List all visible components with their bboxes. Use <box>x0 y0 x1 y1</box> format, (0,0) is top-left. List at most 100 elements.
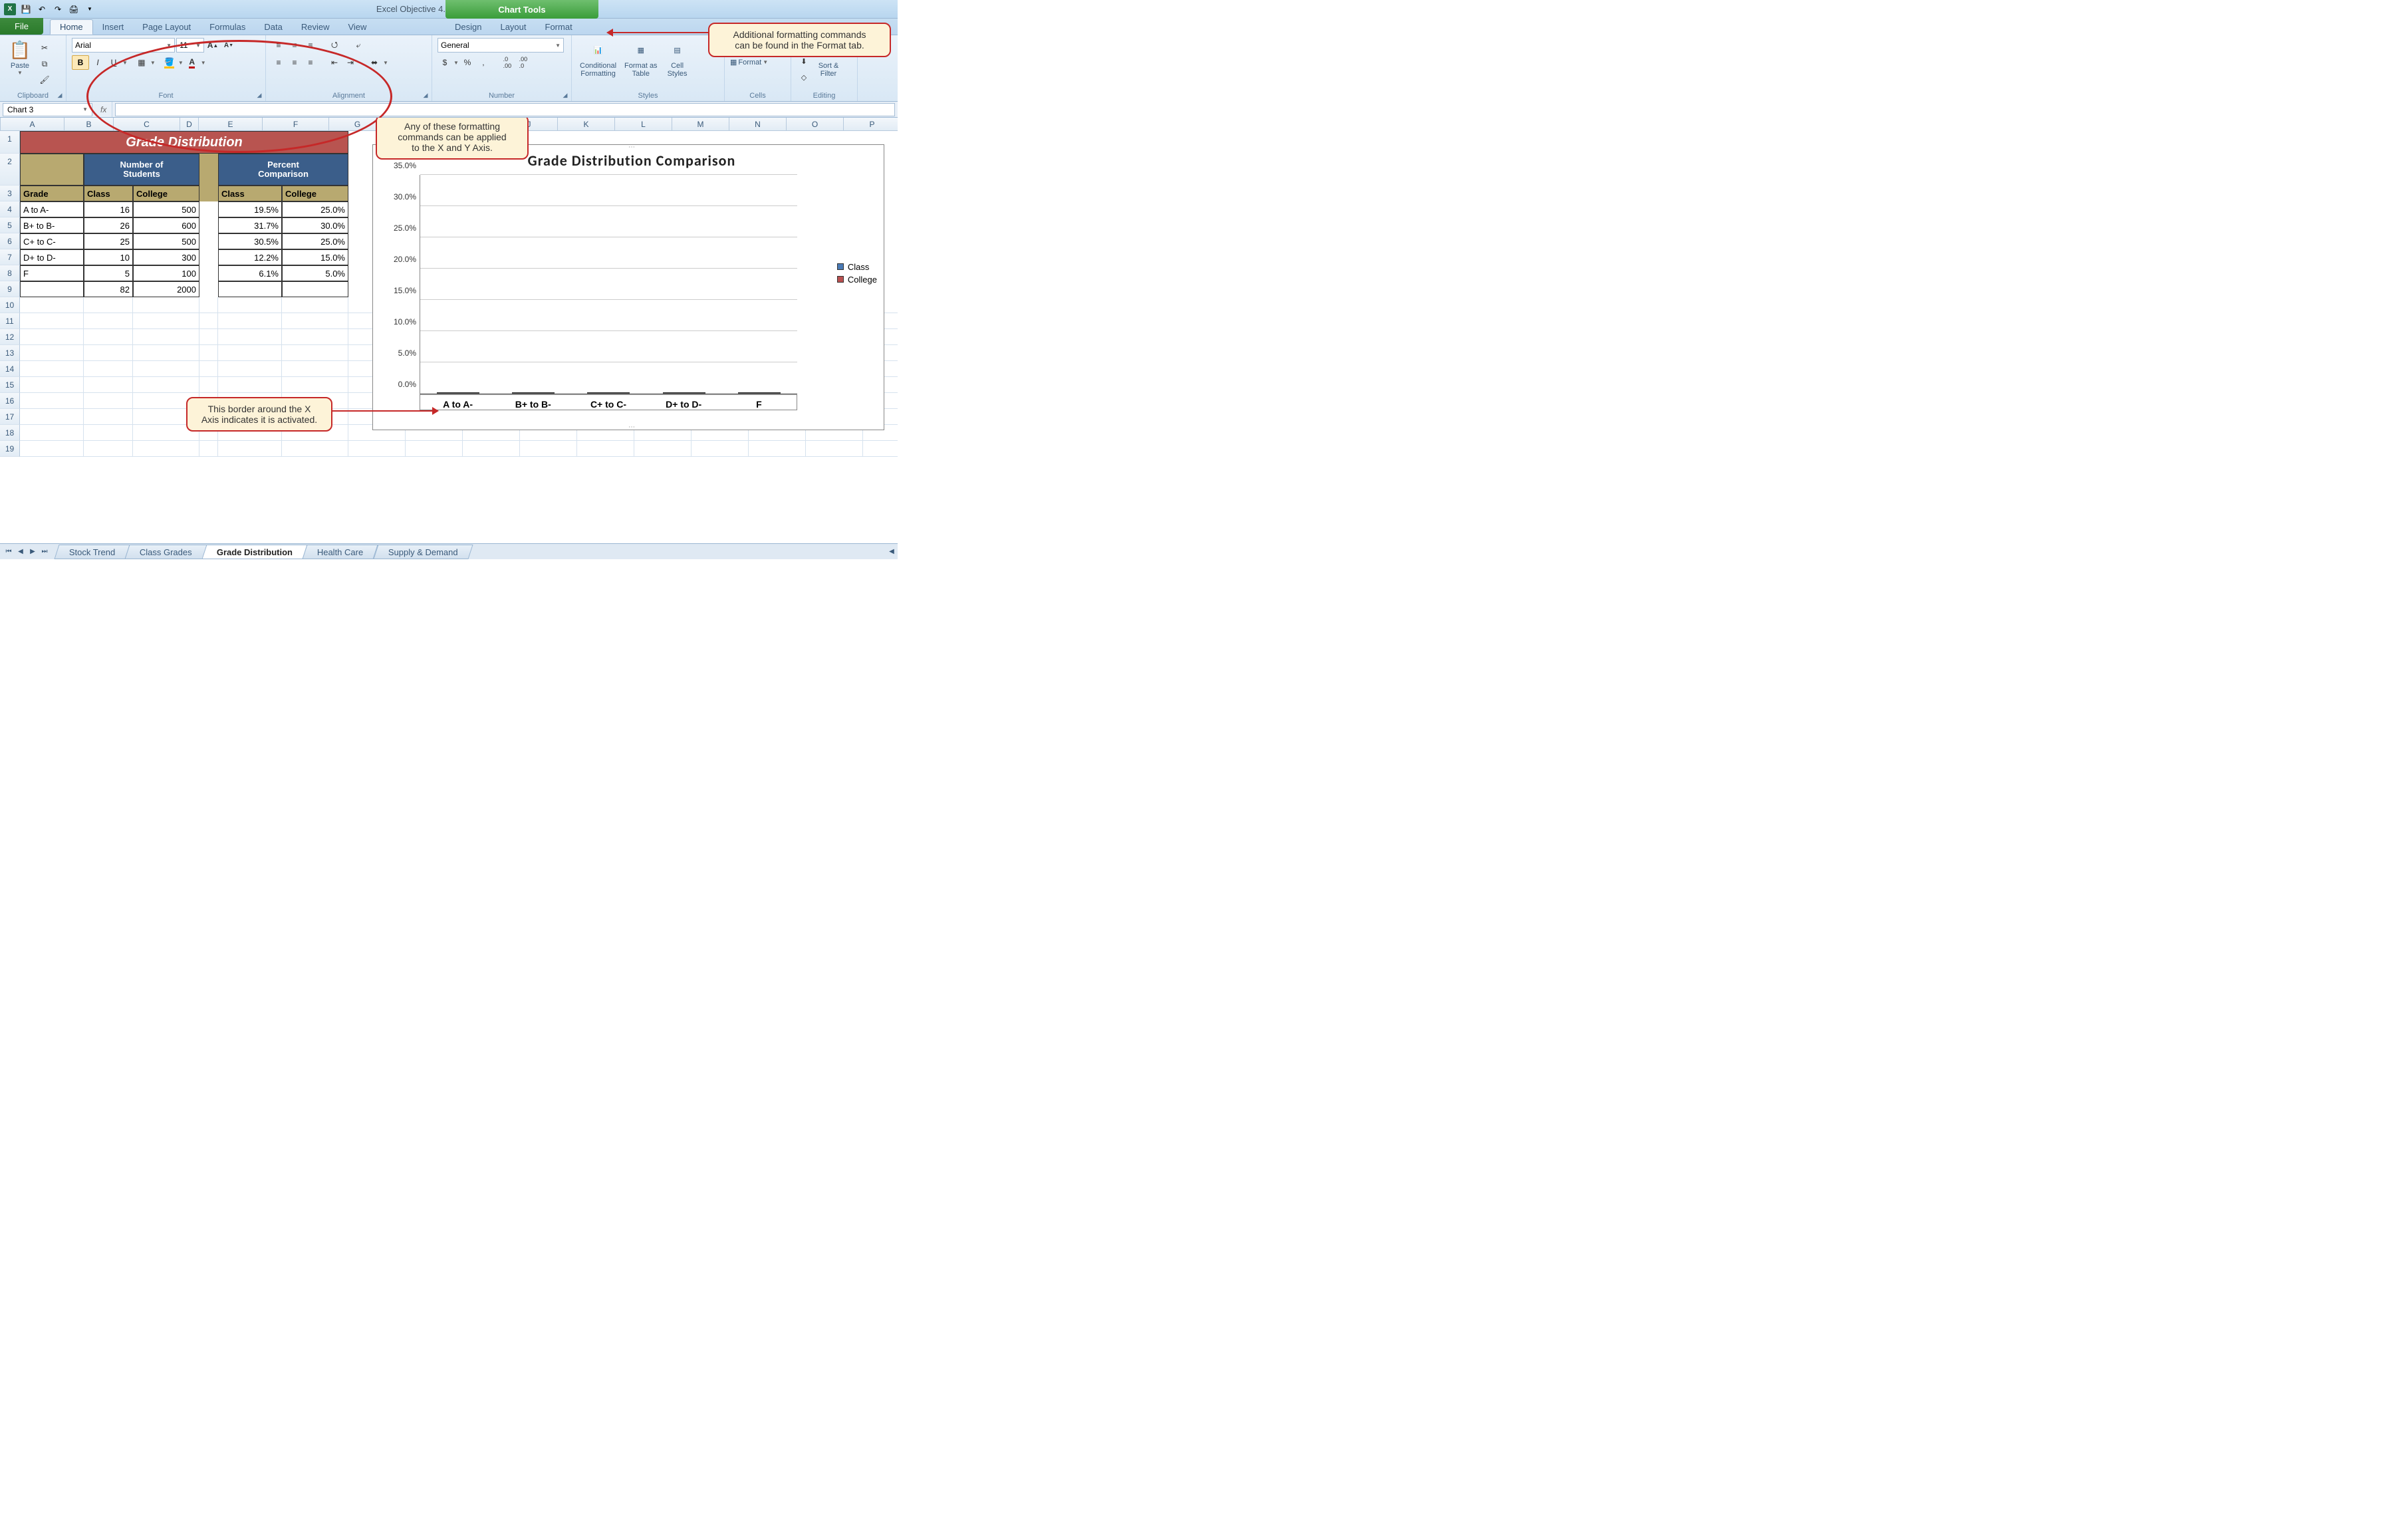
bar-college[interactable] <box>533 392 555 394</box>
cell[interactable] <box>199 233 218 249</box>
cell[interactable]: 5.0% <box>282 265 348 281</box>
cell[interactable] <box>218 377 282 393</box>
x-category-label[interactable]: C+ to C- <box>578 399 638 410</box>
cell[interactable] <box>577 441 634 457</box>
align-left-icon[interactable]: ≡ <box>271 55 286 70</box>
number-format-combo[interactable]: General▼ <box>438 38 564 53</box>
cell[interactable]: 30.5% <box>218 233 282 249</box>
cell[interactable]: 500 <box>133 233 199 249</box>
legend-item[interactable]: College <box>837 275 877 285</box>
cell[interactable] <box>20 393 84 409</box>
align-right-icon[interactable]: ≡ <box>303 55 318 70</box>
cell[interactable]: Class <box>218 186 282 201</box>
cell[interactable] <box>20 409 84 425</box>
cell[interactable]: 100 <box>133 265 199 281</box>
row-header[interactable]: 2 <box>0 154 20 186</box>
sheet-tab[interactable]: Class Grades <box>125 545 207 559</box>
cell[interactable] <box>218 329 282 345</box>
increase-font-icon[interactable]: A▲ <box>205 38 220 53</box>
column-header[interactable]: C <box>114 118 180 130</box>
cell[interactable] <box>218 441 282 457</box>
cell[interactable]: 2000 <box>133 281 199 297</box>
cell[interactable] <box>20 345 84 361</box>
cell[interactable]: College <box>133 186 199 201</box>
legend-item[interactable]: Class <box>837 262 877 272</box>
cell[interactable] <box>20 297 84 313</box>
bar-college[interactable] <box>759 392 781 394</box>
sheet-tab[interactable]: Health Care <box>303 545 379 559</box>
decrease-indent-icon[interactable]: ⇤ <box>327 55 342 70</box>
cell[interactable] <box>20 313 84 329</box>
cell[interactable] <box>218 361 282 377</box>
align-middle-icon[interactable]: ≡ <box>287 38 302 53</box>
cell[interactable] <box>133 361 199 377</box>
cell[interactable]: Grade Distribution <box>20 131 348 154</box>
cell[interactable] <box>218 297 282 313</box>
cell[interactable] <box>218 281 282 297</box>
chart-handle-icon[interactable]: ⋯ <box>628 424 635 431</box>
cell[interactable] <box>199 201 218 217</box>
cell[interactable]: Class <box>84 186 133 201</box>
formula-input[interactable] <box>115 103 895 116</box>
cell[interactable]: 31.7% <box>218 217 282 233</box>
row-header[interactable]: 14 <box>0 361 20 377</box>
cell[interactable]: 30.0% <box>282 217 348 233</box>
cell[interactable] <box>84 377 133 393</box>
fill-color-icon[interactable]: 🪣 <box>162 55 177 70</box>
tab-view[interactable]: View <box>338 19 376 35</box>
row-header[interactable]: 3 <box>0 186 20 201</box>
embedded-chart[interactable]: Grade Distribution Comparison 0.0%5.0%10… <box>372 144 884 430</box>
file-tab[interactable]: File <box>0 18 43 35</box>
bar-college[interactable] <box>684 392 705 394</box>
cell-styles-button[interactable]: ▤ Cell Styles <box>663 38 692 79</box>
cell[interactable]: 5 <box>84 265 133 281</box>
column-header[interactable]: F <box>263 118 329 130</box>
cell[interactable]: 16 <box>84 201 133 217</box>
cell[interactable] <box>84 409 133 425</box>
font-name-combo[interactable]: Arial▼ <box>72 38 175 53</box>
bar-group[interactable] <box>503 392 563 394</box>
conditional-formatting-button[interactable]: 📊 Conditional Formatting <box>577 38 619 79</box>
insert-function-icon[interactable]: fx <box>95 102 112 117</box>
clear-icon[interactable]: ◇ <box>797 70 811 84</box>
bar-class[interactable] <box>437 392 458 394</box>
cell[interactable] <box>749 441 806 457</box>
format-cells-button[interactable]: ▦ Format ▼ <box>730 58 768 66</box>
plot-area[interactable]: 0.0%5.0%10.0%15.0%20.0%25.0%30.0%35.0% <box>420 175 797 394</box>
underline-icon[interactable]: U <box>106 55 121 70</box>
cell[interactable] <box>133 329 199 345</box>
cell[interactable] <box>20 377 84 393</box>
cell[interactable] <box>199 361 218 377</box>
cell[interactable]: 12.2% <box>218 249 282 265</box>
bar-class[interactable] <box>587 392 608 394</box>
cell[interactable]: A to A- <box>20 201 84 217</box>
cell[interactable] <box>20 425 84 441</box>
row-header[interactable]: 5 <box>0 217 20 233</box>
currency-icon[interactable]: $ <box>438 55 452 70</box>
cell[interactable] <box>634 441 692 457</box>
cell[interactable] <box>20 329 84 345</box>
cell[interactable] <box>84 393 133 409</box>
sheet-tab[interactable]: Supply & Demand <box>373 545 473 559</box>
column-header[interactable]: P <box>844 118 898 130</box>
cell[interactable]: 82 <box>84 281 133 297</box>
column-header[interactable]: M <box>672 118 729 130</box>
cell[interactable] <box>282 313 348 329</box>
bar-college[interactable] <box>458 392 479 394</box>
save-icon[interactable]: 💾 <box>19 2 33 17</box>
tab-nav-prev-icon[interactable]: ◀ <box>15 546 27 558</box>
cell[interactable] <box>199 329 218 345</box>
clipboard-dialog-launcher-icon[interactable]: ◢ <box>55 90 64 100</box>
column-header[interactable]: K <box>558 118 615 130</box>
column-header[interactable]: B <box>64 118 114 130</box>
column-header[interactable]: N <box>729 118 787 130</box>
tab-home[interactable]: Home <box>50 19 93 35</box>
cell[interactable] <box>133 345 199 361</box>
cell[interactable] <box>218 313 282 329</box>
cell[interactable] <box>199 441 218 457</box>
cell[interactable] <box>199 217 218 233</box>
bar-class[interactable] <box>738 392 759 394</box>
undo-icon[interactable]: ↶ <box>35 2 49 17</box>
cell[interactable] <box>20 154 84 186</box>
cell[interactable] <box>199 377 218 393</box>
